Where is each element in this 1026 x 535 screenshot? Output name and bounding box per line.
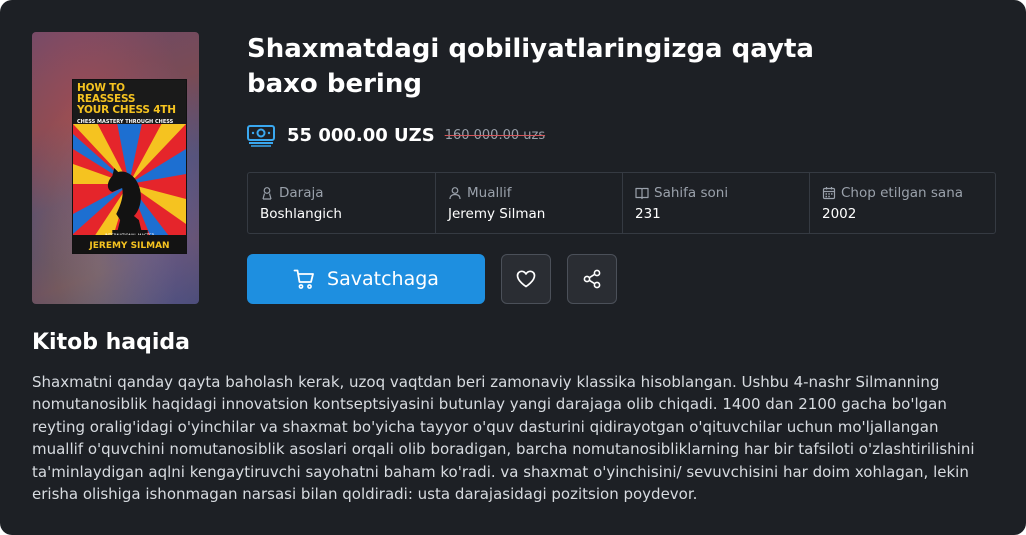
- info-date: Chop etilgan sana 2002: [810, 173, 995, 233]
- book-info-table: Daraja Boshlangich Muallif Jeremy Silman…: [247, 172, 996, 234]
- info-level-label: Daraja: [279, 185, 324, 201]
- cart-icon: [293, 269, 314, 289]
- cover-title-line1: HOW TO REASSESS: [77, 82, 136, 105]
- info-pages-value: 231: [635, 206, 661, 222]
- book-cover-image[interactable]: HOW TO REASSESS YOUR CHESS 4TH CHESS MAS…: [72, 79, 187, 254]
- about-heading: Kitob haqida: [32, 330, 191, 355]
- about-description: Shaxmatni qanday qayta baholash kerak, u…: [32, 373, 975, 504]
- current-price: 55 000.00 UZS: [287, 124, 435, 146]
- share-icon: [583, 269, 601, 289]
- price-row: 55 000.00 UZS 160 000.00 uzs: [247, 122, 545, 148]
- info-author: Muallif Jeremy Silman: [436, 173, 623, 233]
- cover-author: JEREMY SILMAN: [73, 235, 186, 253]
- info-date-value: 2002: [822, 206, 857, 222]
- cover-header: HOW TO REASSESS YOUR CHESS 4TH CHESS MAS…: [73, 80, 186, 131]
- book-open-icon: [635, 187, 649, 200]
- book-title: Shaxmatdagi qobiliyatlaringizga qayta ba…: [247, 34, 814, 99]
- share-button[interactable]: [567, 254, 617, 304]
- info-author-label: Muallif: [467, 185, 512, 201]
- level-icon: [262, 187, 272, 200]
- info-level: Daraja Boshlangich: [248, 173, 436, 233]
- book-card: HOW TO REASSESS YOUR CHESS 4TH CHESS MAS…: [0, 0, 1026, 535]
- cover-artwork: [73, 124, 186, 239]
- book-cover-background: HOW TO REASSESS YOUR CHESS 4TH CHESS MAS…: [32, 32, 199, 304]
- calendar-icon: [822, 187, 836, 200]
- info-level-value: Boshlangich: [260, 206, 342, 222]
- favorite-button[interactable]: [501, 254, 551, 304]
- user-icon: [449, 187, 461, 200]
- info-author-value: Jeremy Silman: [448, 206, 546, 222]
- info-pages-label: Sahifa soni: [654, 185, 729, 201]
- add-to-cart-label: Savatchaga: [327, 268, 439, 290]
- cover-title-line2: YOUR CHESS 4TH: [77, 104, 176, 116]
- add-to-cart-button[interactable]: Savatchaga: [247, 254, 485, 304]
- info-date-label: Chop etilgan sana: [841, 185, 964, 201]
- money-icon: [247, 123, 275, 147]
- info-pages: Sahifa soni 231: [623, 173, 810, 233]
- old-price: 160 000.00 uzs: [444, 127, 546, 143]
- heart-icon: [516, 270, 536, 288]
